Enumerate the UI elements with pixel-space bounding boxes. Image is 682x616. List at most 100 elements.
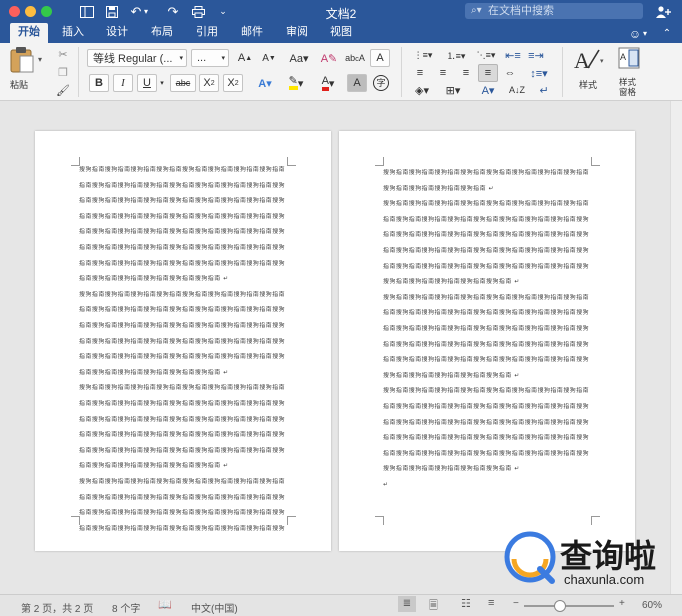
document-text-line: 指南搜狗指南搜狗指南搜狗指南搜狗指南搜狗指南搜狗指南搜狗指南搜狗 — [79, 245, 286, 251]
document-page-2[interactable]: 搜狗指南搜狗指南搜狗指南搜狗指南搜狗指南搜狗指南搜狗指南搜狗指南 搜狗指南搜狗指南… — [339, 131, 635, 551]
tab-references[interactable]: 引用 — [190, 23, 224, 43]
underline-dropdown-icon[interactable]: ▾ — [157, 74, 167, 92]
zoom-level[interactable]: 60% — [642, 600, 662, 611]
font-name-select[interactable]: 等线 Regular (... ▾ — [87, 49, 187, 67]
strikethrough-button[interactable]: abc — [170, 74, 196, 92]
bold-button[interactable]: B — [89, 74, 109, 92]
bullets-icon[interactable]: ⋮≡▾ — [409, 46, 437, 64]
increase-indent-icon[interactable]: ≡⇥ — [526, 46, 546, 64]
font-color-icon[interactable]: A ▾ — [314, 74, 342, 92]
document-text-line: 指南搜狗指南搜狗指南搜狗指南搜狗指南搜狗指南搜狗指南搜狗指南搜狗 — [383, 341, 590, 348]
tab-home[interactable]: 开始 — [10, 23, 48, 43]
align-left-icon[interactable]: ≡ — [410, 64, 430, 82]
phonetic-guide-icon[interactable]: ab c A — [344, 49, 366, 67]
document-page-1[interactable]: 搜狗指南搜狗指南搜狗指南搜狗指南搜狗指南搜狗指南搜狗指南搜狗指南 指南搜狗指南搜狗… — [35, 131, 331, 551]
underline-button[interactable]: U — [137, 74, 157, 92]
clear-formatting-icon[interactable]: A✎ — [318, 49, 340, 67]
share-person-icon[interactable] — [653, 3, 675, 20]
page-count[interactable]: 第 2 页，共 2 页 — [21, 600, 93, 615]
search-icon: ⌕▾ — [471, 5, 482, 16]
cut-icon[interactable]: ✂ — [55, 45, 71, 63]
word-count[interactable]: 8 个字 — [112, 600, 140, 615]
magnifier-logo-icon — [504, 531, 556, 584]
language-indicator[interactable]: 中文(中国) — [191, 600, 238, 615]
character-shading-icon[interactable]: A — [347, 74, 367, 92]
vertical-scrollbar[interactable] — [670, 101, 682, 594]
tab-design[interactable]: 设计 — [100, 23, 134, 43]
borders-icon[interactable]: ⊞▾ — [440, 81, 466, 99]
document-text-line: 指南搜狗指南搜狗指南搜狗指南搜狗指南搜狗指南搜狗指南搜狗指南搜狗 — [383, 326, 590, 332]
shading-icon[interactable]: ◈▾ — [410, 81, 434, 99]
superscript-button[interactable]: X2 — [223, 74, 243, 92]
shrink-font-icon[interactable]: A ▼ — [258, 49, 280, 67]
outline-view-icon[interactable]: ☷ — [461, 597, 471, 610]
separator — [78, 47, 79, 97]
collapse-ribbon-icon[interactable]: ⌃ — [658, 25, 676, 42]
print-layout-view-icon[interactable]: ≣ — [398, 596, 416, 612]
document-text-line: 指南搜狗指南搜狗指南搜狗指南搜狗指南搜狗指南搜狗指南搜狗指南搜狗 — [79, 401, 286, 407]
tab-view[interactable]: 视图 — [324, 23, 358, 43]
styles-button[interactable]: A ▾ 样式 — [570, 45, 608, 97]
chinese-layout-icon[interactable]: A▾ — [476, 81, 500, 99]
styles-gallery-icon: A — [574, 48, 600, 72]
numbering-icon[interactable]: ⒈≡▾ — [442, 46, 470, 64]
document-text-line: ↵ — [383, 482, 389, 488]
format-painter-icon[interactable]: 🖌 — [55, 81, 71, 99]
zoom-in-button[interactable]: + — [619, 598, 625, 609]
document-text-line: 搜狗指南搜狗指南搜狗指南搜狗指南搜狗指南搜狗指南搜狗指南搜狗指南 — [383, 170, 590, 176]
search-placeholder: 在文档中搜索 — [488, 5, 554, 17]
document-text-line: 搜狗指南搜狗指南搜狗指南搜狗指南搜狗指南 ↵ — [383, 279, 520, 286]
feedback-dropdown-icon[interactable]: ▾ — [640, 25, 650, 42]
document-text-line: 指南搜狗指南搜狗指南搜狗指南搜狗指南搜狗指南搜狗指南搜狗指南搜狗 — [79, 182, 286, 189]
focus-view-icon[interactable]: ≡ — [488, 597, 494, 609]
align-right-icon[interactable]: ≡ — [456, 64, 476, 82]
clipboard-icon — [10, 47, 34, 73]
text-effects-icon[interactable]: A▾ — [252, 74, 278, 92]
watermark-url: chaxunla.com — [564, 572, 645, 587]
justify-icon[interactable]: ≡ — [478, 64, 498, 82]
multilevel-list-icon[interactable]: ⋱≡▾ — [474, 46, 498, 64]
tab-insert[interactable]: 插入 — [56, 23, 90, 43]
character-border-icon[interactable]: A — [370, 49, 390, 67]
paste-button[interactable]: 粘贴 — [6, 45, 40, 95]
grow-font-icon[interactable]: A ▲ — [234, 49, 256, 67]
document-text-line: 指南搜狗指南搜狗指南搜狗指南搜狗指南搜狗指南 ↵ — [79, 369, 229, 376]
decrease-indent-icon[interactable]: ⇤≡ — [503, 46, 523, 64]
styles-pane-button[interactable]: A 样式 窗格 — [614, 45, 644, 97]
tab-layout[interactable]: 布局 — [145, 23, 179, 43]
document-text-line: 指南搜狗指南搜狗指南搜狗指南搜狗指南搜狗指南搜狗指南搜狗指南搜狗 — [383, 450, 590, 457]
web-layout-view-icon[interactable]: 🗏 — [429, 597, 438, 616]
align-center-icon[interactable]: ≡ — [433, 64, 453, 82]
zoom-slider[interactable] — [524, 600, 614, 612]
proofing-icon[interactable]: 📖 — [158, 598, 172, 611]
separator — [401, 47, 402, 97]
enclose-characters-icon[interactable]: 字 — [371, 74, 391, 92]
distributed-icon[interactable]: ⇔ — [500, 64, 520, 82]
zoom-slider-thumb[interactable] — [554, 600, 566, 612]
document-text-line: 搜狗指南搜狗指南搜狗指南搜狗指南搜狗指南搜狗指南搜狗指南搜狗指南 — [79, 479, 286, 485]
sort-icon[interactable]: A↓Z — [507, 81, 527, 99]
show-marks-icon[interactable]: ↵ — [534, 81, 554, 99]
italic-button[interactable]: I — [113, 74, 133, 92]
svg-text:A: A — [620, 52, 626, 62]
tab-review[interactable]: 审阅 — [280, 23, 314, 43]
document-text-line: 指南搜狗指南搜狗指南搜狗指南搜狗指南搜狗指南搜狗指南搜狗指南搜狗 — [79, 260, 286, 267]
copy-icon[interactable]: ❐ — [55, 63, 71, 81]
ribbon-home: 粘贴 ▾ ✂ ❐ 🖌 等线 Regular (... ▾ ... ▾ A ▲ A ▼… — [0, 43, 682, 101]
document-text-line: 指南搜狗指南搜狗指南搜狗指南搜狗指南搜狗指南搜狗指南搜狗指南搜狗 — [79, 447, 286, 454]
document-text-line: 指南搜狗指南搜狗指南搜狗指南搜狗指南搜狗指南搜狗指南搜狗指南搜狗 — [383, 216, 590, 223]
font-size-select[interactable]: ... ▾ — [191, 49, 229, 67]
document-text-line: 指南搜狗指南搜狗指南搜狗指南搜狗指南搜狗指南搜狗指南搜狗指南搜狗 — [383, 232, 590, 239]
tab-mailings[interactable]: 邮件 — [235, 23, 269, 43]
zoom-out-button[interactable]: − — [513, 598, 519, 609]
crop-mark — [375, 157, 384, 166]
document-text-line: 搜狗指南搜狗指南搜狗指南搜狗指南搜狗指南搜狗指南搜狗指南搜狗指南 — [383, 294, 590, 301]
search-box[interactable]: ⌕▾ 在文档中搜索 — [465, 3, 643, 19]
paste-dropdown-icon[interactable]: ▾ — [38, 55, 42, 64]
change-case-icon[interactable]: Aa▾ — [286, 49, 312, 67]
line-spacing-icon[interactable]: ↕≡▾ — [526, 64, 552, 82]
subscript-button[interactable]: X2 — [199, 74, 219, 92]
document-text-line: 指南搜狗指南搜狗指南搜狗指南搜狗指南搜狗指南搜狗指南搜狗指南搜狗 — [79, 198, 286, 205]
font-color-a-icon: A — [321, 75, 329, 91]
highlight-color-icon[interactable]: ✎ ▾ — [282, 74, 310, 92]
